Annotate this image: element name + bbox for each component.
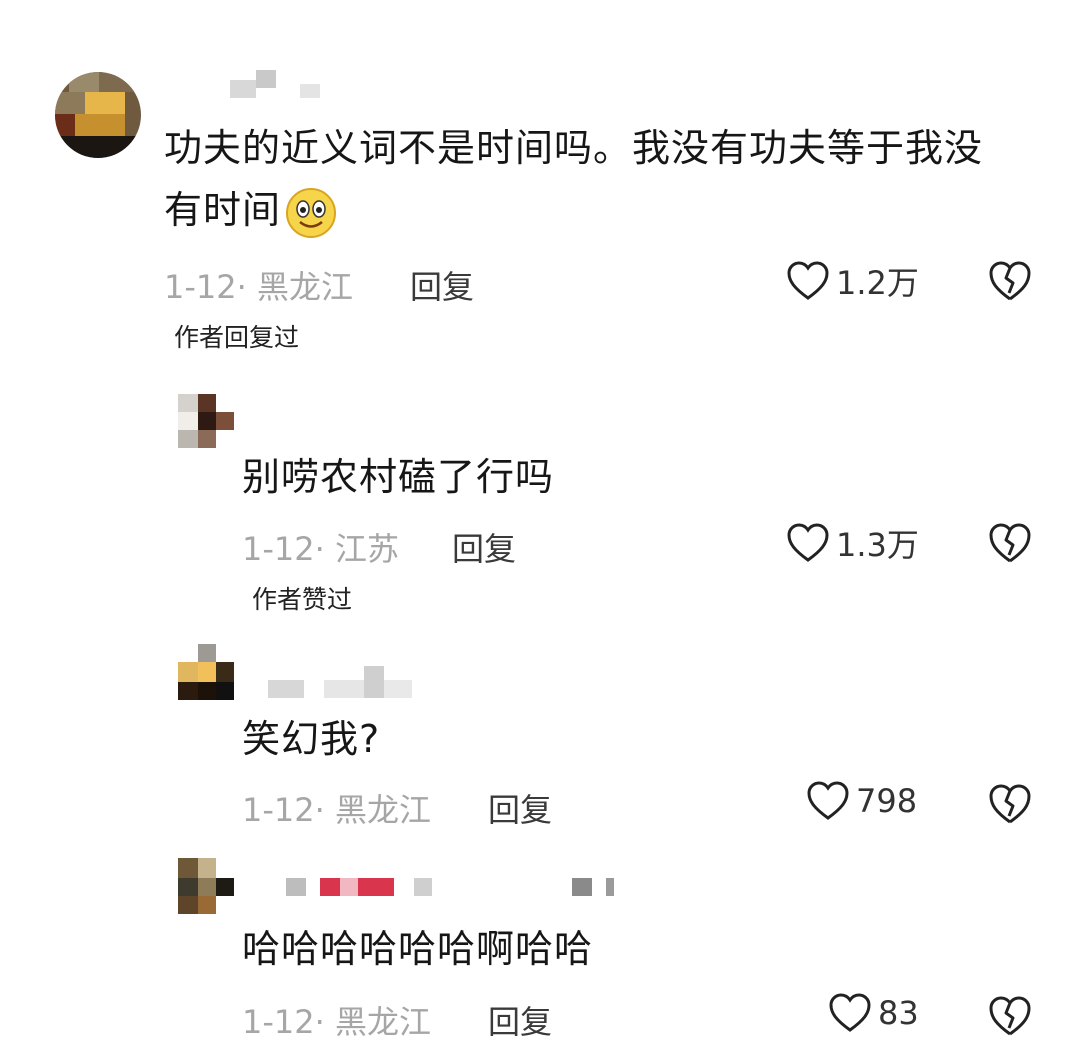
author-tag: 作者赞过 <box>252 585 353 614</box>
comment-meta: 1-12· 江苏 <box>242 530 399 568</box>
comment-text: 哈哈哈哈哈哈啊哈哈 <box>242 927 594 971</box>
like-count: 1.3万 <box>836 526 919 564</box>
comment-text: 功夫的近义词不是时间吗。我没有功夫等于我没 有时间 <box>164 117 1044 241</box>
comment-text: 别唠农村磕了行吗 <box>242 455 555 499</box>
heart-icon <box>787 523 829 562</box>
like-count: 83 <box>878 994 919 1032</box>
avatar[interactable] <box>55 72 141 158</box>
comment-date: 1-12 <box>242 530 315 568</box>
broken-heart-icon[interactable] <box>988 783 1032 825</box>
username-blurred[interactable] <box>170 70 330 98</box>
like-count: 1.2万 <box>836 264 919 302</box>
comment-meta: 1-12· 黑龙江 <box>164 268 353 306</box>
comment-text: 笑幻我? <box>242 717 381 761</box>
reply-button[interactable]: 回复 <box>452 524 516 570</box>
comment-date: 1-12 <box>242 1003 315 1041</box>
like-button[interactable]: 83 <box>828 993 919 1033</box>
comment-date: 1-12 <box>164 268 237 306</box>
author-tag: 作者回复过 <box>174 323 300 352</box>
reply-button[interactable]: 回复 <box>488 997 552 1043</box>
broken-heart-icon[interactable] <box>988 995 1032 1037</box>
comment-location: 黑龙江 <box>334 791 431 829</box>
avatar[interactable] <box>178 644 234 700</box>
comment-location: 黑龙江 <box>334 1003 431 1041</box>
heart-icon <box>807 781 849 820</box>
broken-heart-icon[interactable] <box>988 522 1032 564</box>
heart-icon <box>829 993 871 1032</box>
comment-date: 1-12 <box>242 791 315 829</box>
broken-heart-icon[interactable] <box>988 260 1032 302</box>
reply-button[interactable]: 回复 <box>410 262 474 308</box>
smiling-face-icon <box>286 187 337 238</box>
like-count: 798 <box>856 782 918 820</box>
username-blurred[interactable] <box>268 666 448 698</box>
comment-location: 江苏 <box>334 530 399 568</box>
comment-meta: 1-12· 黑龙江 <box>242 791 431 829</box>
avatar[interactable] <box>178 858 234 914</box>
heart-icon <box>787 261 829 300</box>
username-blurred[interactable] <box>256 878 626 896</box>
like-button[interactable]: 1.2万 <box>786 258 919 304</box>
comment-meta: 1-12· 黑龙江 <box>242 1003 431 1041</box>
comment-location: 黑龙江 <box>256 268 353 306</box>
like-button[interactable]: 798 <box>806 781 917 821</box>
like-button[interactable]: 1.3万 <box>786 520 919 566</box>
avatar[interactable] <box>178 394 234 448</box>
reply-button[interactable]: 回复 <box>488 785 552 831</box>
